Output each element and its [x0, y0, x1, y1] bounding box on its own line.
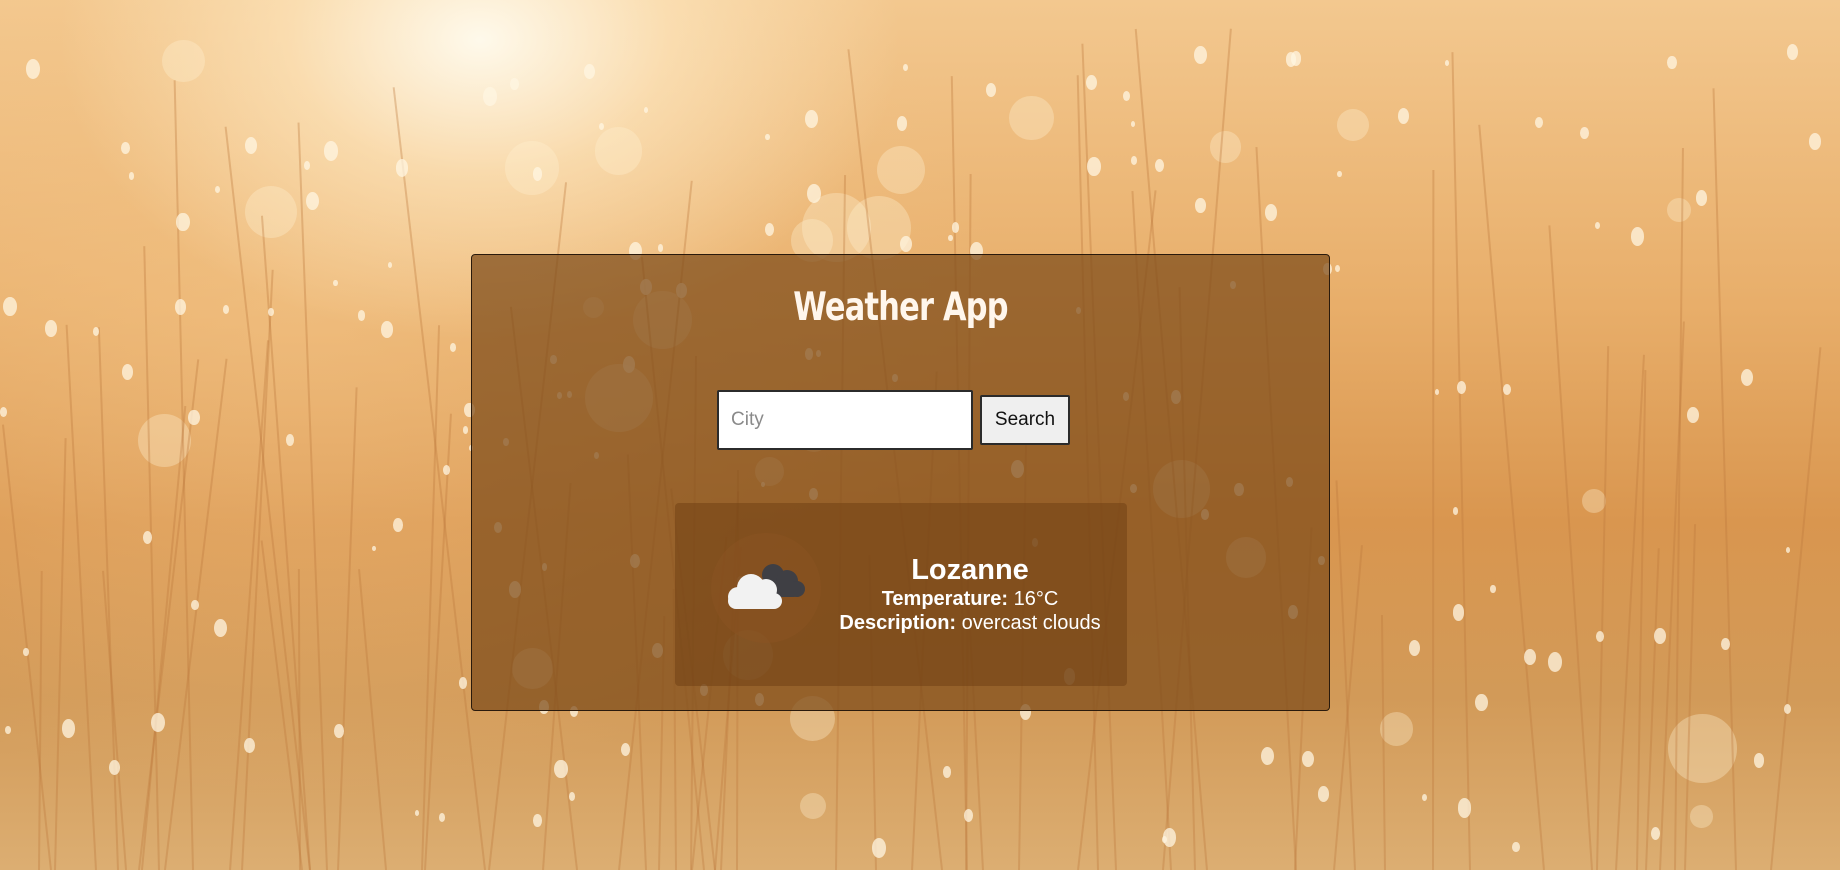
temperature-row: Temperature: 16°C [825, 587, 1115, 611]
search-bar: Search [717, 390, 1070, 450]
temperature-label: Temperature: [881, 588, 1009, 610]
app-title: Weather App [793, 285, 1008, 330]
search-button[interactable]: Search [980, 395, 1070, 445]
description-value: overcast clouds [961, 612, 1101, 634]
weather-card: Weather App Search [471, 254, 1330, 711]
overcast-clouds-icon [711, 533, 821, 643]
city-search-input[interactable] [717, 390, 973, 450]
weather-result: Lozanne Temperature: 16°C Description: o… [675, 503, 1127, 686]
weather-info: Lozanne Temperature: 16°C Description: o… [825, 553, 1115, 635]
description-label: Description: [839, 612, 957, 634]
description-row: Description: overcast clouds [825, 611, 1115, 635]
city-name: Lozanne [911, 554, 1029, 586]
temperature-value: 16°C [1013, 588, 1059, 610]
